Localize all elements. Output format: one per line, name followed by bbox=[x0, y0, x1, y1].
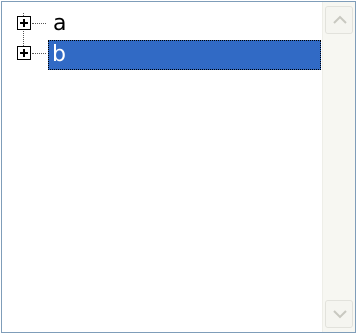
expand-plus-icon[interactable] bbox=[17, 16, 31, 30]
expand-plus-icon[interactable] bbox=[17, 46, 31, 60]
tree-connector bbox=[32, 23, 46, 24]
tree-node-a[interactable]: a bbox=[2, 10, 322, 38]
tree-view[interactable]: a b bbox=[1, 1, 356, 333]
chevron-down-icon bbox=[333, 310, 347, 319]
chevron-up-icon bbox=[333, 15, 347, 24]
scroll-down-button[interactable] bbox=[325, 300, 353, 328]
tree-connector bbox=[32, 53, 46, 54]
scroll-up-button[interactable] bbox=[325, 6, 353, 34]
tree-node-label-selected[interactable]: b bbox=[48, 40, 321, 70]
tree-content[interactable]: a b bbox=[2, 2, 322, 332]
vertical-scrollbar[interactable] bbox=[322, 2, 355, 332]
tree-node-b[interactable]: b bbox=[2, 40, 322, 70]
tree-node-label[interactable]: a bbox=[50, 12, 69, 36]
